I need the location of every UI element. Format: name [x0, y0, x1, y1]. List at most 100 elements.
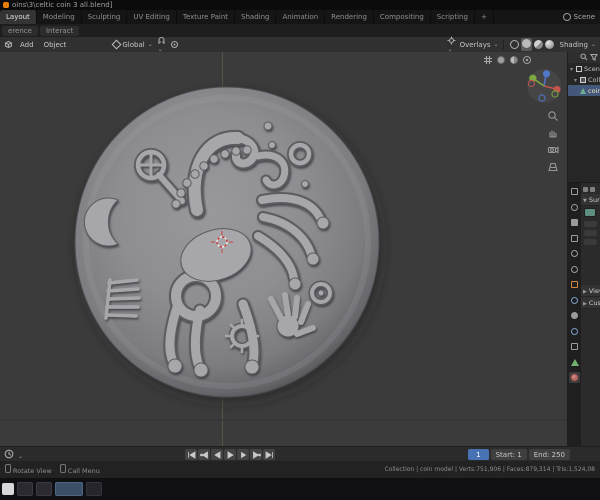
playback-dropdown[interactable] [17, 451, 23, 460]
workspace-tab-add[interactable]: + [475, 10, 494, 24]
proportional-editing-toggle[interactable] [170, 40, 179, 49]
next-frame-button[interactable] [237, 449, 249, 460]
property-slider[interactable] [584, 230, 597, 236]
header-overflow-icons [483, 55, 532, 65]
workspace-tab-sculpting[interactable]: Sculpting [82, 10, 128, 24]
rendered-shading-button[interactable] [544, 40, 554, 49]
current-frame-field[interactable]: 1 [468, 449, 489, 460]
window-title: oins\3\celtic coin 3 all.blend] [12, 1, 113, 9]
orientation-icon [111, 39, 122, 50]
next-keyframe-button[interactable] [250, 449, 262, 460]
solid-shading-button[interactable] [521, 39, 531, 48]
scene-icon [562, 13, 571, 21]
props-tab-scene[interactable] [569, 248, 580, 259]
timeline-editor: 1 Start: 1 End: 250 [0, 446, 600, 462]
workspace-tab-scripting[interactable]: Scripting [431, 10, 475, 24]
taskbar-item[interactable] [36, 482, 52, 496]
workspace-tab-uv-editing[interactable]: UV Editing [127, 10, 177, 24]
start-frame-field[interactable]: Start: 1 [490, 449, 527, 460]
outliner-filter-icon[interactable] [589, 53, 599, 63]
prev-keyframe-button[interactable] [198, 449, 210, 460]
gizmo-x-neg [527, 79, 536, 88]
right-panel: Scene Collection Collection coin model [567, 52, 600, 446]
play-reverse-button[interactable] [211, 449, 223, 460]
editor-type-icon[interactable] [4, 40, 13, 49]
timeline-editor-icon[interactable] [4, 449, 14, 461]
playback-controls [185, 449, 275, 460]
jump-to-end-button[interactable] [263, 449, 275, 460]
shading-mode-buttons [508, 37, 556, 52]
taskbar-item-active[interactable] [55, 482, 83, 496]
viewport-display-panel-header[interactable]: Viewport Display [581, 285, 600, 297]
taskbar-item[interactable] [17, 482, 33, 496]
props-tab-material[interactable] [569, 372, 580, 383]
panel-label: Surface [588, 195, 600, 204]
navigation-gizmo[interactable] [526, 68, 562, 104]
outliner-item-coin-model[interactable]: coin model [568, 85, 600, 96]
taskbar-start-button[interactable] [2, 483, 14, 495]
custom-properties-panel-header[interactable]: Custom Properties [581, 297, 600, 309]
expand-icon[interactable] [574, 76, 578, 84]
object-menu[interactable]: Object [41, 40, 70, 50]
props-tab-object[interactable] [569, 279, 580, 290]
end-frame-field[interactable]: End: 250 [528, 449, 570, 460]
scene-selector[interactable]: Scene [562, 10, 600, 24]
subtab-interact[interactable]: Interact [39, 25, 80, 36]
status-bar: Rotate View Call Menu Collection | coin … [0, 461, 600, 478]
overlays-dropdown[interactable]: Overlays [460, 41, 499, 49]
subtab-reference[interactable]: erence [2, 25, 38, 36]
expand-icon[interactable] [570, 65, 574, 73]
scene-name: Scene [573, 13, 595, 21]
snap-magnet-toggle[interactable] [157, 36, 166, 53]
props-tab-view-layer[interactable] [569, 233, 580, 244]
workspace-tab-modeling[interactable]: Modeling [37, 10, 82, 24]
taskbar-item[interactable] [86, 482, 102, 496]
workspace-tab-rendering[interactable]: Rendering [325, 10, 374, 24]
props-tab-particles[interactable] [569, 310, 580, 321]
props-tab-constraints[interactable] [569, 341, 580, 352]
blender-window: oins\3\celtic coin 3 all.blend] Layout M… [0, 0, 600, 500]
window-titlebar: oins\3\celtic coin 3 all.blend] [0, 0, 600, 10]
gizmos-toggle[interactable] [447, 36, 456, 53]
render-sphere-icon[interactable] [522, 55, 532, 65]
shading-dropdown[interactable]: Shading [560, 41, 596, 49]
surface-panel-header[interactable]: Surface [581, 194, 600, 206]
props-tab-object-data[interactable] [569, 357, 580, 368]
grid-overlay-icon[interactable] [483, 55, 493, 65]
workspace-tab-shading[interactable]: Shading [235, 10, 277, 24]
transform-orientation-dropdown[interactable]: Global [111, 39, 152, 50]
props-tab-tool[interactable] [569, 186, 580, 197]
zoom-icon[interactable] [547, 110, 559, 122]
pan-hand-icon[interactable] [547, 127, 559, 139]
properties-tabbar [568, 183, 581, 446]
outliner-header [568, 52, 600, 63]
outliner-item-scene-collection[interactable]: Scene Collection [568, 63, 600, 74]
shading-sphere-icon[interactable] [509, 55, 519, 65]
workspace-tab-animation[interactable]: Animation [276, 10, 326, 24]
props-tab-modifiers[interactable] [569, 295, 580, 306]
workspace-tab-compositing[interactable]: Compositing [374, 10, 431, 24]
camera-view-icon[interactable] [547, 144, 559, 156]
wireframe-shading-button[interactable] [509, 40, 519, 49]
property-slider[interactable] [584, 221, 597, 227]
add-menu[interactable]: Add [17, 40, 37, 50]
viewport-3d[interactable] [0, 52, 568, 446]
props-tab-render[interactable] [569, 202, 580, 213]
surface-color-swatch[interactable] [584, 207, 596, 217]
props-tab-physics[interactable] [569, 326, 580, 337]
props-tab-output[interactable] [569, 217, 580, 228]
play-button[interactable] [224, 449, 236, 460]
jump-to-start-button[interactable] [185, 449, 197, 460]
xray-toggle-icon[interactable] [496, 55, 506, 65]
workspace-tab-layout[interactable]: Layout [0, 10, 37, 24]
timeline-menus [4, 449, 23, 461]
material-preview-button[interactable] [533, 40, 543, 49]
outliner-item-collection[interactable]: Collection [568, 74, 600, 85]
perspective-toggle-icon[interactable] [547, 161, 559, 173]
viewport-canvas[interactable] [0, 52, 568, 446]
workspace-tab-texture-paint[interactable]: Texture Paint [177, 10, 236, 24]
outliner-search-icon[interactable] [580, 52, 588, 63]
props-tab-world[interactable] [569, 264, 580, 275]
panel-label: Viewport Display [588, 286, 600, 295]
workspace-tabbar: Layout Modeling Sculpting UV Editing Tex… [0, 10, 600, 24]
